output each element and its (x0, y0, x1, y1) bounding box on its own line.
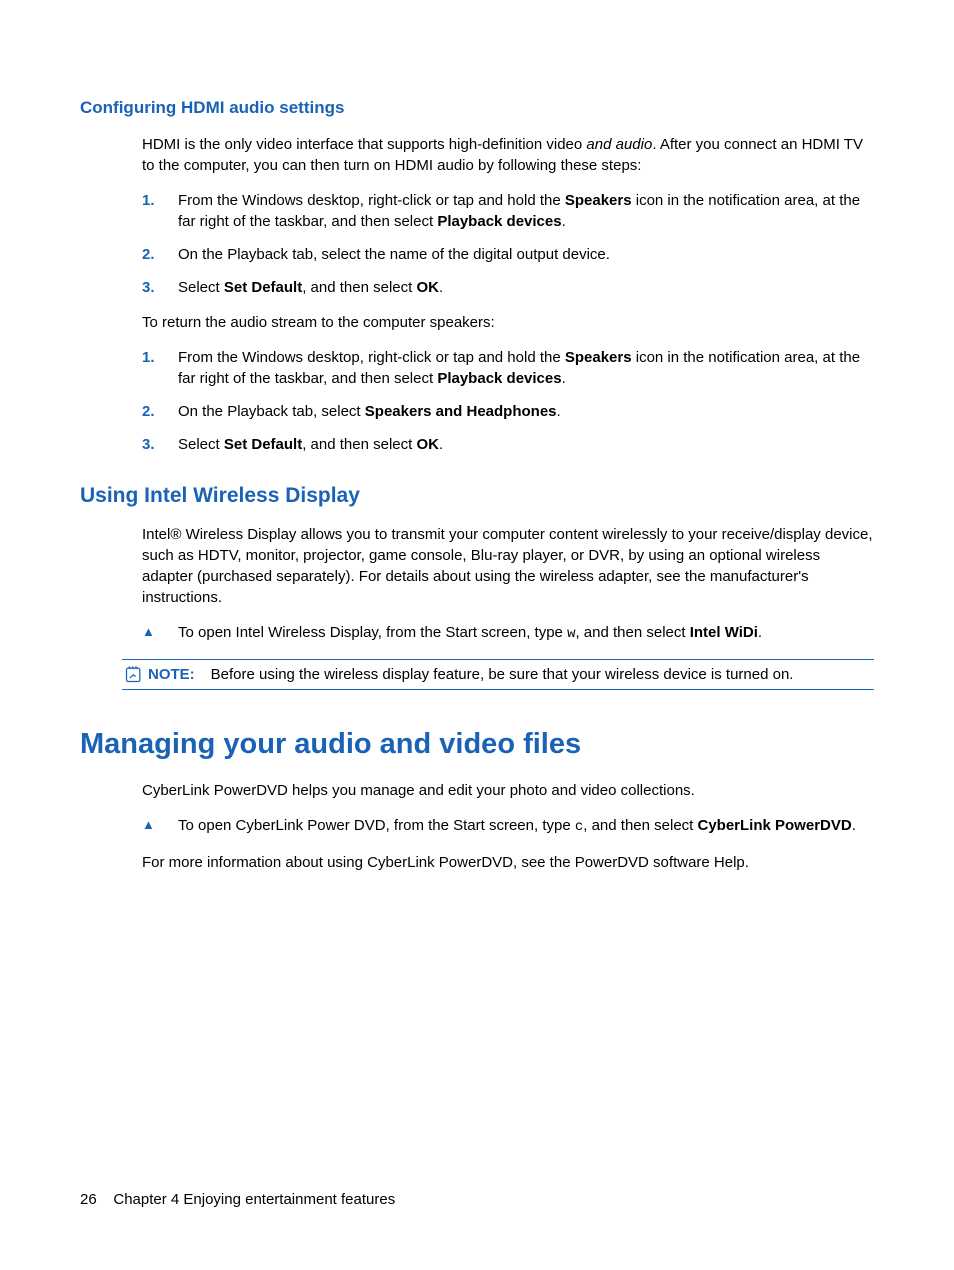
ordered-list-hdmi-on: 1. From the Windows desktop, right-click… (142, 190, 874, 298)
list-item: 3. Select Set Default, and then select O… (142, 277, 874, 298)
text: From the Windows desktop, right-click or… (178, 192, 565, 209)
note-label: NOTE: (148, 666, 195, 683)
list-number: 2. (142, 244, 178, 265)
text: , and then select (575, 624, 689, 641)
text-bold: Speakers (565, 349, 632, 366)
note-content: NOTE: Before using the wireless display f… (148, 664, 793, 685)
text: . (758, 624, 762, 641)
chapter-title: Chapter 4 Enjoying entertainment feature… (113, 1191, 395, 1208)
list-body: To open CyberLink Power DVD, from the St… (178, 815, 874, 838)
text: . (562, 213, 566, 230)
text: On the Playback tab, select (178, 403, 365, 420)
text-mono: c (575, 819, 583, 835)
text: , and then select (583, 817, 697, 834)
text: HDMI is the only video interface that su… (142, 136, 586, 153)
triangle-bullet-icon: ▲ (142, 622, 178, 645)
list-item: 3. Select Set Default, and then select O… (142, 434, 874, 455)
text-bold: OK (416, 436, 439, 453)
page-footer: 26 Chapter 4 Enjoying entertainment feat… (80, 1189, 395, 1210)
text: , and then select (302, 279, 416, 296)
text-bold: Intel WiDi (690, 624, 758, 641)
list-body: On the Playback tab, select Speakers and… (178, 401, 874, 422)
list-number: 3. (142, 277, 178, 298)
text: To open CyberLink Power DVD, from the St… (178, 817, 575, 834)
text: Select (178, 436, 224, 453)
list-number: 1. (142, 347, 178, 389)
text: . (852, 817, 856, 834)
text-bold: OK (416, 279, 439, 296)
paragraph-hdmi-intro: HDMI is the only video interface that su… (142, 134, 874, 176)
note-text: Before using the wireless display featur… (211, 666, 794, 683)
note-box: NOTE: Before using the wireless display f… (122, 659, 874, 690)
note-icon (122, 664, 146, 684)
text: . (557, 403, 561, 420)
text-bold: CyberLink PowerDVD (698, 817, 852, 834)
list-body: Select Set Default, and then select OK. (178, 277, 874, 298)
list-item: 2. On the Playback tab, select the name … (142, 244, 874, 265)
text: Select (178, 279, 224, 296)
text: To open Intel Wireless Display, from the… (178, 624, 567, 641)
heading-configuring-hdmi: Configuring HDMI audio settings (80, 96, 874, 120)
paragraph-powerdvd-intro: CyberLink PowerDVD helps you manage and … (142, 780, 874, 801)
heading-managing-files: Managing your audio and video files (80, 724, 874, 765)
text-bold: Speakers (565, 192, 632, 209)
list-item: 2. On the Playback tab, select Speakers … (142, 401, 874, 422)
text-bold: Set Default (224, 279, 302, 296)
list-number: 2. (142, 401, 178, 422)
text: , and then select (302, 436, 416, 453)
list-body: To open Intel Wireless Display, from the… (178, 622, 874, 645)
list-item: ▲ To open Intel Wireless Display, from t… (142, 622, 874, 645)
heading-intel-wireless: Using Intel Wireless Display (80, 481, 874, 510)
ordered-list-hdmi-off: 1. From the Windows desktop, right-click… (142, 347, 874, 455)
paragraph-intel-intro: Intel® Wireless Display allows you to tr… (142, 524, 874, 608)
list-number: 3. (142, 434, 178, 455)
text-italic: and audio (586, 136, 652, 153)
list-number: 1. (142, 190, 178, 232)
list-item: ▲ To open CyberLink Power DVD, from the … (142, 815, 874, 838)
list-body: From the Windows desktop, right-click or… (178, 347, 874, 389)
triangle-bullet-icon: ▲ (142, 815, 178, 838)
list-item: 1. From the Windows desktop, right-click… (142, 347, 874, 389)
text: . (439, 436, 443, 453)
list-body: Select Set Default, and then select OK. (178, 434, 874, 455)
text-bold: Playback devices (437, 370, 561, 387)
text-bold: Playback devices (437, 213, 561, 230)
page-number: 26 (80, 1191, 97, 1208)
text: . (439, 279, 443, 296)
list-body: On the Playback tab, select the name of … (178, 244, 874, 265)
list-body: From the Windows desktop, right-click or… (178, 190, 874, 232)
text: . (562, 370, 566, 387)
bullet-list-powerdvd: ▲ To open CyberLink Power DVD, from the … (142, 815, 874, 838)
paragraph-hdmi-return: To return the audio stream to the comput… (142, 312, 874, 333)
bullet-list-intel: ▲ To open Intel Wireless Display, from t… (142, 622, 874, 645)
text-bold: Speakers and Headphones (365, 403, 557, 420)
paragraph-powerdvd-outro: For more information about using CyberLi… (142, 852, 874, 873)
text: From the Windows desktop, right-click or… (178, 349, 565, 366)
list-item: 1. From the Windows desktop, right-click… (142, 190, 874, 232)
text-bold: Set Default (224, 436, 302, 453)
